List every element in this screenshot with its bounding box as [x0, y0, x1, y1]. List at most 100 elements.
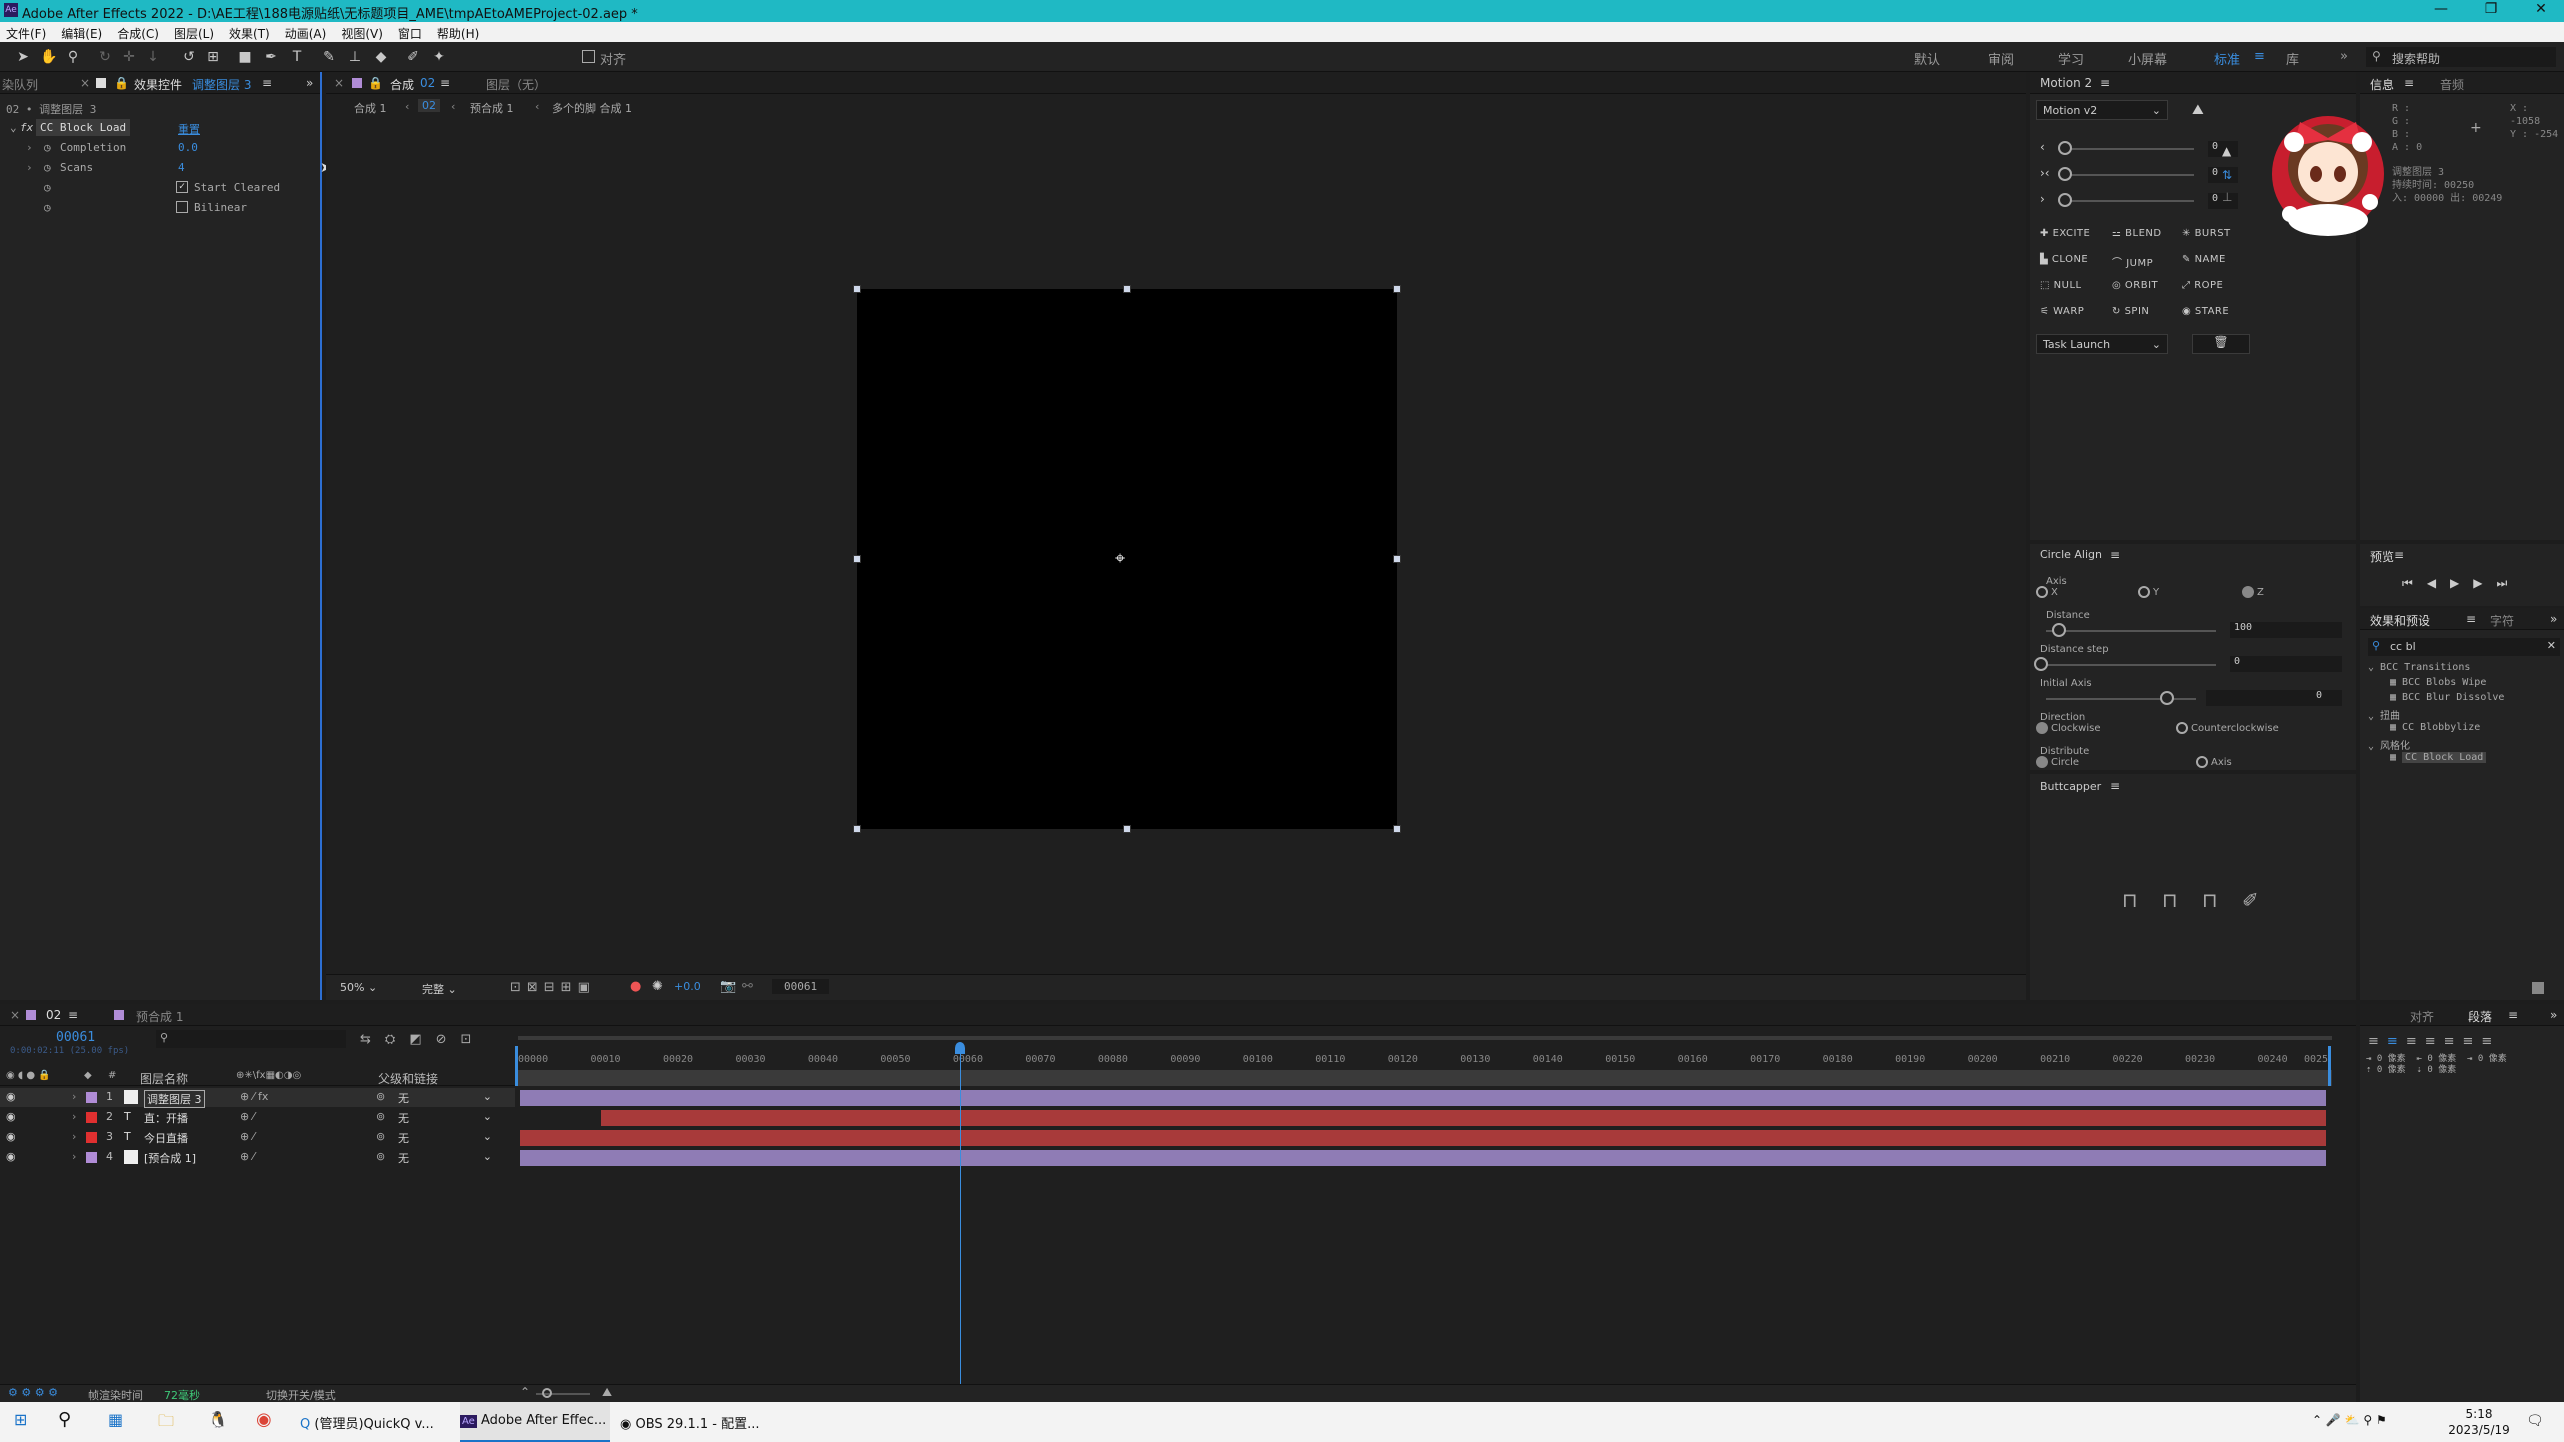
expand-scans-icon[interactable]: ›: [26, 161, 33, 174]
layer-duration-bar[interactable]: [601, 1110, 2326, 1126]
anchor-tool-icon[interactable]: ⊞: [204, 48, 222, 66]
effects-search-box[interactable]: ⚲ cc bl ✕: [2368, 638, 2560, 656]
layer-row[interactable]: ◉ › 2 T 直：开播 ⊕ ⁄ ⊚ 无 ⌄: [0, 1108, 515, 1127]
tab-align[interactable]: 对齐: [2410, 1008, 2434, 1025]
tab-composition[interactable]: 合成: [390, 76, 414, 93]
pen-tool-icon[interactable]: ✒: [262, 48, 280, 66]
qq-icon[interactable]: 🐧: [208, 1402, 228, 1442]
breadcrumb-multi-comp[interactable]: 多个的脚 合成 1: [552, 100, 632, 116]
effect-item[interactable]: ▦ BCC Blobs Wipe: [2390, 677, 2486, 688]
current-time-display[interactable]: 00061: [772, 979, 830, 994]
layer-duration-bar[interactable]: [520, 1150, 2326, 1166]
task-launch-dropdown[interactable]: Task Launch ⌄: [2036, 334, 2168, 354]
distance-step-slider-track[interactable]: [2040, 664, 2216, 666]
transform-handle[interactable]: [853, 555, 861, 563]
close-tab-icon[interactable]: ×: [10, 1008, 20, 1022]
zoom-in-icon[interactable]: ⛰: [602, 1385, 612, 1400]
layer-row[interactable]: ◉ › 1 调整图层 3 ⊕ ⁄ fx ⊚ 无 ⌄: [0, 1088, 515, 1108]
comp-mini-flowchart-icon[interactable]: ⇆: [360, 1032, 385, 1047]
playhead-handle[interactable]: [955, 1042, 966, 1054]
menu-help[interactable]: 帮助(H): [431, 22, 488, 42]
toggle-switches-modes[interactable]: 切换开关/模式: [266, 1387, 336, 1403]
ease-both-slider-knob[interactable]: [2058, 167, 2072, 181]
windows-start-icon[interactable]: ⊞: [14, 1402, 27, 1442]
eraser-tool-icon[interactable]: ◆: [372, 48, 390, 66]
indent-right-value[interactable]: 0 像素: [2427, 1054, 2456, 1064]
expand-layer-icon[interactable]: ›: [72, 1110, 76, 1123]
breadcrumb-forward-icon[interactable]: ‹: [450, 100, 457, 113]
workspace-review[interactable]: 审阅: [1988, 49, 2014, 68]
distance-step-value[interactable]: 0: [2230, 656, 2342, 672]
breadcrumb-comp-1[interactable]: 合成 1: [354, 100, 387, 116]
layer-name[interactable]: [预合成 1]: [144, 1150, 196, 1166]
circle-align-title[interactable]: Circle Align: [2040, 548, 2102, 561]
effects-menu-icon[interactable]: ≡: [2466, 612, 2476, 626]
tab-character[interactable]: 字符: [2490, 612, 2514, 629]
new-folder-icon[interactable]: [2532, 982, 2544, 994]
initial-axis-slider-knob[interactable]: [2160, 691, 2174, 705]
expand-panels-icon[interactable]: »: [2550, 612, 2557, 626]
parent-dropdown[interactable]: 无 ⌄: [398, 1110, 494, 1126]
tab-comp-name[interactable]: 02: [420, 76, 435, 90]
stopwatch-icon[interactable]: ◷: [44, 201, 51, 214]
workspace-standard[interactable]: 标准: [2214, 49, 2240, 68]
breadcrumb-precomp-1[interactable]: 预合成 1: [470, 100, 514, 116]
zoom-tool-icon[interactable]: ⚲: [64, 48, 82, 66]
parent-link-column[interactable]: 父级和链接: [378, 1070, 438, 1087]
brush-tool-icon[interactable]: ✎: [320, 48, 338, 66]
transform-handle[interactable]: [1393, 555, 1401, 563]
distribute-circle-radio[interactable]: Circle: [2036, 756, 2079, 768]
circle-align-menu-icon[interactable]: ≡: [2110, 548, 2120, 562]
expand-layer-icon[interactable]: ›: [72, 1090, 76, 1103]
rotation-tool-icon[interactable]: ↺: [180, 48, 198, 66]
layer-row[interactable]: ◉ › 4 [预合成 1] ⊕ ⁄ ⊚ 无 ⌄: [0, 1148, 515, 1167]
tab-effects-presets[interactable]: 效果和预设: [2370, 612, 2430, 629]
tray-icons[interactable]: ⌃ 🎤 ⛅ ⚲ ⚑: [2312, 1402, 2387, 1442]
clockwise-radio[interactable]: Clockwise: [2036, 722, 2101, 734]
null-button[interactable]: ⬚ NULL: [2040, 280, 2082, 291]
resolution-dropdown[interactable]: 完整 ⌄: [416, 978, 500, 998]
preview-title[interactable]: 预览: [2370, 548, 2394, 565]
mountain-graph-icon[interactable]: ⛰: [2192, 102, 2204, 118]
snapshot-camera-icon[interactable]: 📷: [720, 979, 736, 994]
shy-layers-icon[interactable]: ◩: [409, 1032, 435, 1047]
menu-file[interactable]: 文件(F): [0, 22, 55, 42]
breadcrumb-back-icon[interactable]: ‹: [404, 100, 411, 113]
effect-expand-icon[interactable]: ⌄: [10, 121, 17, 134]
effect-item[interactable]: ▦ CC Block Load: [2390, 752, 2487, 763]
chrome-icon[interactable]: ◉: [256, 1402, 272, 1442]
show-snapshot-icon[interactable]: ⚯: [742, 979, 753, 994]
layer-color-label[interactable]: [86, 1092, 97, 1103]
warp-button[interactable]: ⚟ WARP: [2040, 306, 2084, 317]
initial-axis-value[interactable]: 0: [2206, 690, 2342, 706]
anchor-point-icon[interactable]: ⌖: [1115, 548, 1125, 569]
graph-editor-icon[interactable]: ⊡: [461, 1032, 486, 1047]
layer-color-label[interactable]: [86, 1132, 97, 1143]
close-window-button[interactable]: ✕: [2518, 1, 2564, 21]
orbit-tool-icon[interactable]: ↻: [96, 48, 114, 66]
bilinear-checkbox[interactable]: [176, 201, 188, 213]
indent-first-value[interactable]: 0 像素: [2478, 1054, 2507, 1064]
parent-dropdown[interactable]: 无 ⌄: [398, 1130, 494, 1146]
clear-search-icon[interactable]: ✕: [2547, 639, 2556, 652]
pin-icon[interactable]: ▲: [2222, 144, 2231, 158]
work-area-end-marker[interactable]: [2328, 1046, 2331, 1086]
tab-layer-viewer[interactable]: 图层（无）: [486, 76, 546, 93]
layer-name[interactable]: 今日直播: [144, 1130, 188, 1146]
timeline-current-time[interactable]: 00061: [56, 1030, 95, 1045]
parent-pickwhip-icon[interactable]: ⊚: [376, 1110, 385, 1123]
parent-pickwhip-icon[interactable]: ⊚: [376, 1090, 385, 1103]
transform-handle[interactable]: [1123, 825, 1131, 833]
ease-in-slider-track[interactable]: [2064, 148, 2194, 150]
tab-paragraph[interactable]: 段落: [2468, 1008, 2492, 1025]
stopwatch-icon[interactable]: ◷: [44, 161, 51, 174]
search-icon[interactable]: ⚲: [58, 1402, 71, 1442]
effect-name[interactable]: CC Block Load: [36, 119, 131, 136]
burst-button[interactable]: ✳ BURST: [2182, 228, 2231, 239]
tab-render-queue[interactable]: 染队列: [2, 76, 38, 93]
jump-button[interactable]: ⌒ JUMP: [2112, 254, 2153, 269]
puppet-pin-tool-icon[interactable]: ✦: [430, 48, 448, 66]
transform-handle[interactable]: [853, 285, 861, 293]
timeline-search-box[interactable]: ⚲: [156, 1030, 346, 1048]
panel-menu-icon[interactable]: ≡: [262, 76, 272, 90]
